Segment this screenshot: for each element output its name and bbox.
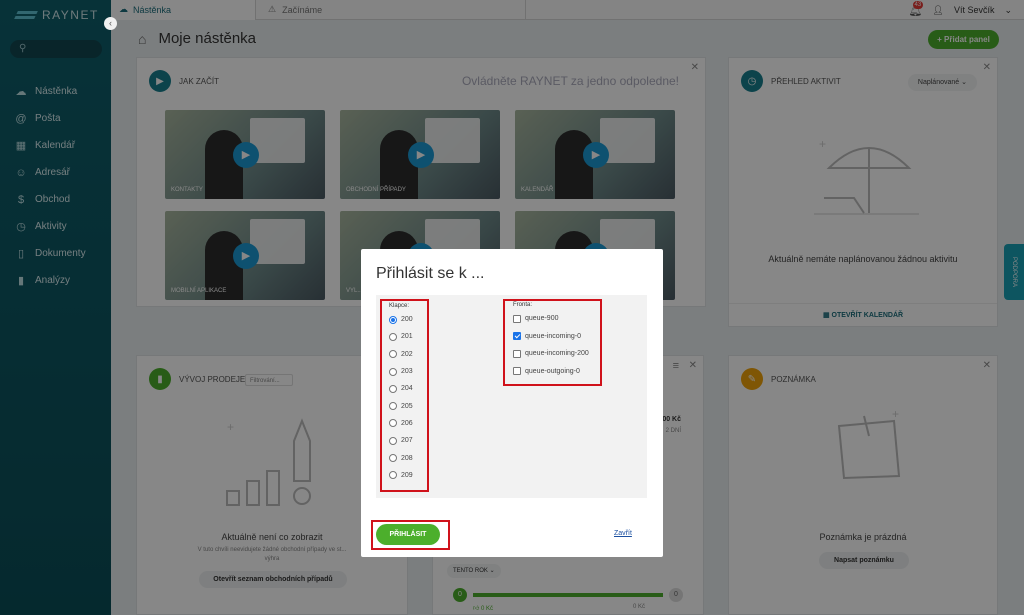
dialog-title: Přihlásit se k ... [376, 265, 485, 282]
collapse-sidebar-button[interactable]: ‹ [104, 17, 117, 30]
close-dialog-link[interactable]: Zavřít [614, 530, 632, 537]
queues-highlight-box [503, 299, 602, 386]
lines-highlight-box [380, 299, 429, 492]
login-button[interactable]: PŘIHLÁSIT [376, 524, 440, 545]
login-dialog: Přihlásit se k ... Klapce: 200 201 202 203 2… [361, 249, 663, 557]
